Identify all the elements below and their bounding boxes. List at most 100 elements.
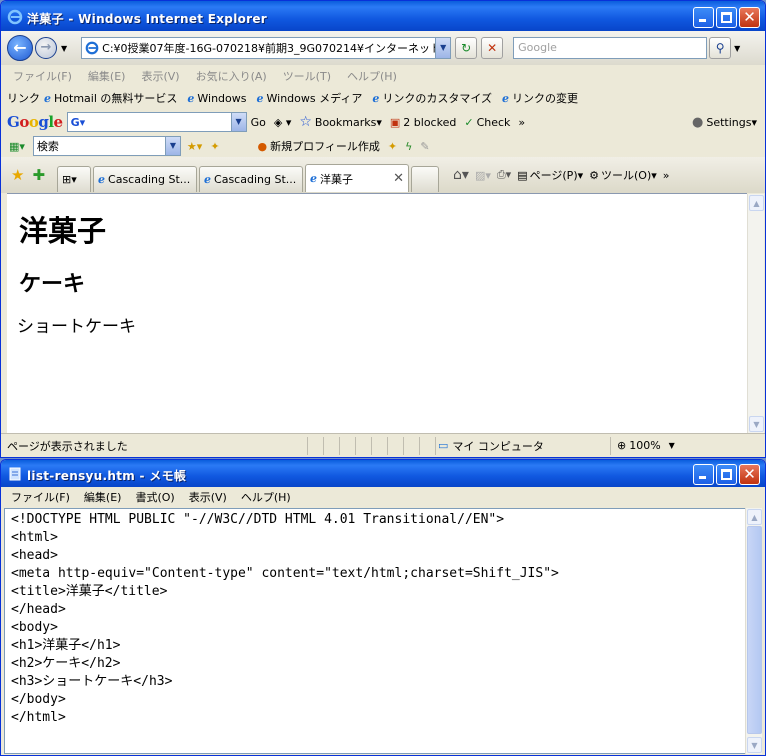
- link-label: Windows: [197, 91, 247, 105]
- link-windows-media[interactable]: ℯ Windows メディア: [257, 90, 363, 106]
- msn-dropdown-button[interactable]: ▼: [164, 137, 180, 155]
- zoom-control[interactable]: ⊕ 100% ▼: [610, 436, 690, 455]
- tab-cascading-1[interactable]: ℯ Cascading St...: [93, 166, 198, 192]
- status-bar: ページが表示されました ▭ マイ コンピュータ ⊕ 100% ▼: [1, 433, 765, 457]
- msn-bolt-icon[interactable]: ϟ: [405, 140, 412, 153]
- settings-button[interactable]: Settings▾: [706, 116, 757, 129]
- msn-feed-icon[interactable]: ✦: [210, 140, 219, 153]
- link-hotmail[interactable]: ℯ Hotmail の無料サービス: [44, 90, 177, 106]
- link-customize[interactable]: ℯ リンクのカスタマイズ: [372, 90, 492, 106]
- new-tab-button[interactable]: [411, 166, 440, 192]
- menu-edit[interactable]: 編集(E): [84, 489, 122, 505]
- print-icon[interactable]: ⎙▾: [497, 168, 511, 182]
- notepad-icon: [9, 467, 21, 481]
- minimize-button[interactable]: [693, 464, 714, 485]
- google-logo[interactable]: Google: [7, 113, 63, 131]
- tab-close-icon[interactable]: ✕: [393, 171, 404, 186]
- add-favorite-icon[interactable]: ✚: [32, 166, 45, 184]
- scroll-down-icon[interactable]: ▼: [749, 416, 764, 432]
- new-profile-button[interactable]: 新規プロフィール作成: [270, 138, 380, 154]
- search-icon: ⚲: [715, 41, 725, 55]
- menu-format[interactable]: 書式(O): [135, 489, 174, 505]
- address-text[interactable]: C:¥0授業07年度-16G-070218¥前期3_9G070214¥インターネ…: [102, 40, 435, 56]
- search-button[interactable]: ⚲: [709, 37, 732, 59]
- toolbar-overflow-icon[interactable]: »: [663, 169, 670, 182]
- menu-file[interactable]: ファイル(F): [13, 68, 72, 84]
- msn-logo-icon[interactable]: ▦▾: [9, 140, 25, 153]
- link-label: Hotmail の無料サービス: [54, 92, 178, 105]
- history-dropdown-icon[interactable]: ▼: [61, 44, 67, 53]
- notepad-text-area[interactable]: <!DOCTYPE HTML PUBLIC "-//W3C//DTD HTML …: [4, 508, 747, 754]
- link-windows[interactable]: ℯ Windows: [187, 92, 246, 105]
- window-title: 洋菓子 - Windows Internet Explorer: [27, 12, 268, 26]
- favorites-star-icon[interactable]: ★: [11, 166, 24, 184]
- close-button[interactable]: ✕: [739, 7, 760, 28]
- more-chevron-icon[interactable]: »: [518, 116, 525, 129]
- ie-tab-icon: ℯ: [98, 173, 106, 186]
- ie-titlebar[interactable]: 洋菓子 - Windows Internet Explorer ✕: [1, 1, 765, 31]
- msn-search-input[interactable]: 検索 ▼: [32, 136, 181, 156]
- star-bookmark-icon[interactable]: ☆: [299, 114, 312, 130]
- ie-link-icon: ℯ: [372, 91, 380, 105]
- maximize-button[interactable]: [716, 464, 737, 485]
- maximize-button[interactable]: [716, 7, 737, 28]
- forward-button[interactable]: →: [35, 37, 57, 59]
- menu-file[interactable]: ファイル(F): [11, 489, 70, 505]
- minimize-button[interactable]: [693, 7, 714, 28]
- page-scrollbar[interactable]: ▲ ▼: [747, 194, 764, 433]
- check-button[interactable]: Check: [477, 116, 511, 129]
- stop-button[interactable]: ✕: [481, 37, 504, 59]
- menu-bar: ファイル(F) 編集(E) 表示(V) お気に入り(A) ツール(T) ヘルプ(…: [1, 65, 765, 87]
- menu-tools[interactable]: ツール(T): [283, 68, 331, 84]
- logo-letter: g: [38, 113, 49, 131]
- zoom-dropdown-icon: ▼: [668, 441, 675, 450]
- scroll-thumb[interactable]: [747, 526, 762, 734]
- menu-help[interactable]: ヘルプ(H): [347, 68, 397, 84]
- search-options-icon[interactable]: ▼: [734, 44, 740, 53]
- address-bar[interactable]: C:¥0授業07年度-16G-070218¥前期3_9G070214¥インターネ…: [81, 37, 452, 59]
- menu-view[interactable]: 表示(V): [141, 68, 179, 84]
- logo-letter: G: [7, 113, 20, 131]
- search-input[interactable]: Google: [513, 37, 708, 59]
- google-search-input[interactable]: G▾ ▼: [66, 112, 247, 132]
- google-dropdown-button[interactable]: ▼: [230, 113, 246, 131]
- refresh-button[interactable]: ↻: [455, 37, 478, 59]
- quick-tabs-button[interactable]: ⊞▾: [57, 166, 92, 192]
- google-g-icon: G▾: [70, 115, 86, 129]
- msn-favorites-icon[interactable]: ★▾: [187, 140, 202, 153]
- menu-help[interactable]: ヘルプ(H): [241, 489, 291, 505]
- forward-arrow-icon: →: [40, 40, 52, 55]
- menu-favorites[interactable]: お気に入り(A): [196, 68, 267, 84]
- msn-search-text: 検索: [36, 140, 59, 153]
- scroll-down-icon[interactable]: ▼: [747, 737, 762, 753]
- scroll-up-icon[interactable]: ▲: [747, 509, 762, 525]
- page-content: 洋菓子 ケーキ ショートケーキ: [7, 193, 747, 433]
- tab-active[interactable]: ℯ 洋菓子 ✕: [305, 164, 410, 192]
- link-change[interactable]: ℯ リンクの変更: [502, 90, 578, 106]
- toolbar-tools-icon[interactable]: ◈ ▾: [274, 116, 291, 129]
- google-go-button[interactable]: Go: [251, 116, 266, 129]
- scroll-up-icon[interactable]: ▲: [749, 195, 764, 211]
- notepad-menu-bar: ファイル(F) 編集(E) 書式(O) 表示(V) ヘルプ(H): [1, 487, 765, 507]
- address-dropdown-button[interactable]: ▼: [435, 38, 451, 58]
- home-icon[interactable]: ⌂▾: [453, 167, 469, 183]
- bookmarks-button[interactable]: Bookmarks▾: [315, 116, 382, 129]
- popup-blocked-button[interactable]: 2 blocked: [403, 116, 456, 129]
- feeds-icon[interactable]: ▨▾: [475, 169, 491, 182]
- zoom-level: 100%: [629, 439, 661, 452]
- notepad-titlebar[interactable]: list-rensyu.htm - メモ帳 ✕: [1, 460, 765, 487]
- security-zone[interactable]: ▭ マイ コンピュータ: [435, 436, 610, 455]
- menu-view[interactable]: 表示(V): [189, 489, 227, 505]
- menu-edit[interactable]: 編集(E): [88, 68, 126, 84]
- notepad-scrollbar[interactable]: ▲ ▼: [745, 508, 762, 754]
- tab-bar: ★ ✚ ⊞▾ ℯ Cascading St... ℯ Cascading St...…: [1, 157, 765, 193]
- ie-link-icon: ℯ: [187, 91, 195, 105]
- close-button[interactable]: ✕: [739, 464, 760, 485]
- msn-pen-icon[interactable]: ✎: [420, 140, 429, 153]
- tools-menu-button[interactable]: ⚙ ツール(O) ▾: [589, 167, 657, 183]
- page-menu-button[interactable]: ▤ ページ(P) ▾: [517, 167, 583, 183]
- back-button[interactable]: ←: [7, 35, 33, 61]
- tab-cascading-2[interactable]: ℯ Cascading St...: [199, 166, 304, 192]
- msn-extra-icon[interactable]: ✦: [388, 140, 397, 153]
- back-arrow-icon: ←: [13, 38, 27, 57]
